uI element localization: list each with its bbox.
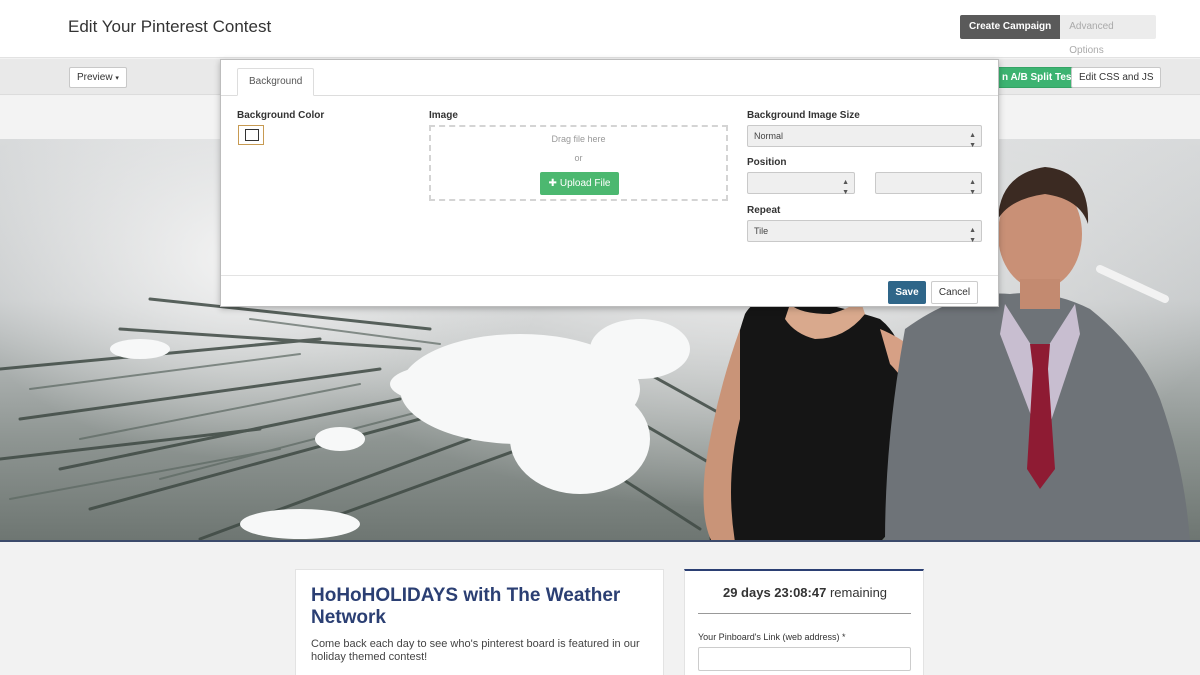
caret-down-icon: ▾ [115,75,119,82]
select-arrows-icon: ▲ ▼ [969,132,976,149]
modal-footer-divider [221,275,998,276]
image-dropzone[interactable]: Drag file here or ✚ Upload File [429,125,728,201]
contest-description: Come back each day to see who's pinteres… [311,638,640,663]
select-arrows-icon: ▲ ▼ [969,179,976,196]
or-text: or [574,153,583,163]
repeat-label: Repeat [747,205,781,216]
position-x-select[interactable]: ▲ ▼ [747,172,855,196]
entry-form-card: 29 days 23:08:47 remaining Your Pinboard… [684,569,924,675]
repeat-select[interactable]: Tile ▲ ▼ [747,220,982,244]
contest-info-card: HoHoHOLIDAYS with The Weather Network Co… [295,569,664,675]
position-label: Position [747,157,787,168]
step-advanced-options[interactable]: Advanced Options [1060,15,1157,56]
image-size-label: Background Image Size [747,110,860,121]
cancel-button[interactable]: Cancel [931,281,978,304]
countdown-value: 29 days 23:08:47 [722,585,827,600]
upload-file-label: Upload File [559,178,611,189]
edit-css-js-button[interactable]: Edit CSS and JS [1071,67,1162,88]
top-bar: Edit Your Pinterest Contest Create Campa… [0,0,1200,58]
upload-file-button[interactable]: ✚ Upload File [540,172,619,195]
background-color-picker[interactable] [238,125,264,145]
pinboard-link-label: Your Pinboard's Link (web address) * [698,632,846,642]
save-button[interactable]: Save [888,281,926,304]
select-arrows-icon: ▲ ▼ [969,227,976,244]
position-y-select[interactable]: ▲ ▼ [875,172,982,196]
image-size-select[interactable]: Normal ▲ ▼ [747,125,982,149]
plus-icon: ✚ [548,178,557,189]
select-arrows-icon: ▲ ▼ [842,179,849,196]
step-tabs: Create Campaign Advanced Options [960,15,1157,56]
drag-file-text: Drag file here [551,134,606,144]
image-size-value: Normal [754,131,784,141]
background-settings-modal: Background Background Color Image Drag f… [220,59,999,307]
repeat-value: Tile [754,226,769,236]
background-color-label: Background Color [237,110,325,121]
contest-title: HoHoHOLIDAYS with The Weather Network [311,585,621,628]
divider [698,613,911,614]
tab-background[interactable]: Background [237,68,315,96]
step-create-campaign[interactable]: Create Campaign [960,15,1061,39]
pinboard-link-input[interactable] [698,647,911,671]
modal-tab-bar: Background [221,60,998,96]
countdown-timer: 29 days 23:08:47 remaining [685,585,925,600]
preview-button[interactable]: Preview ▾ [69,67,127,88]
image-label: Image [429,110,458,121]
countdown-suffix: remaining [826,585,888,600]
color-swatch-icon [245,129,259,141]
preview-label: Preview [77,72,113,83]
page-title: Edit Your Pinterest Contest [68,17,272,36]
